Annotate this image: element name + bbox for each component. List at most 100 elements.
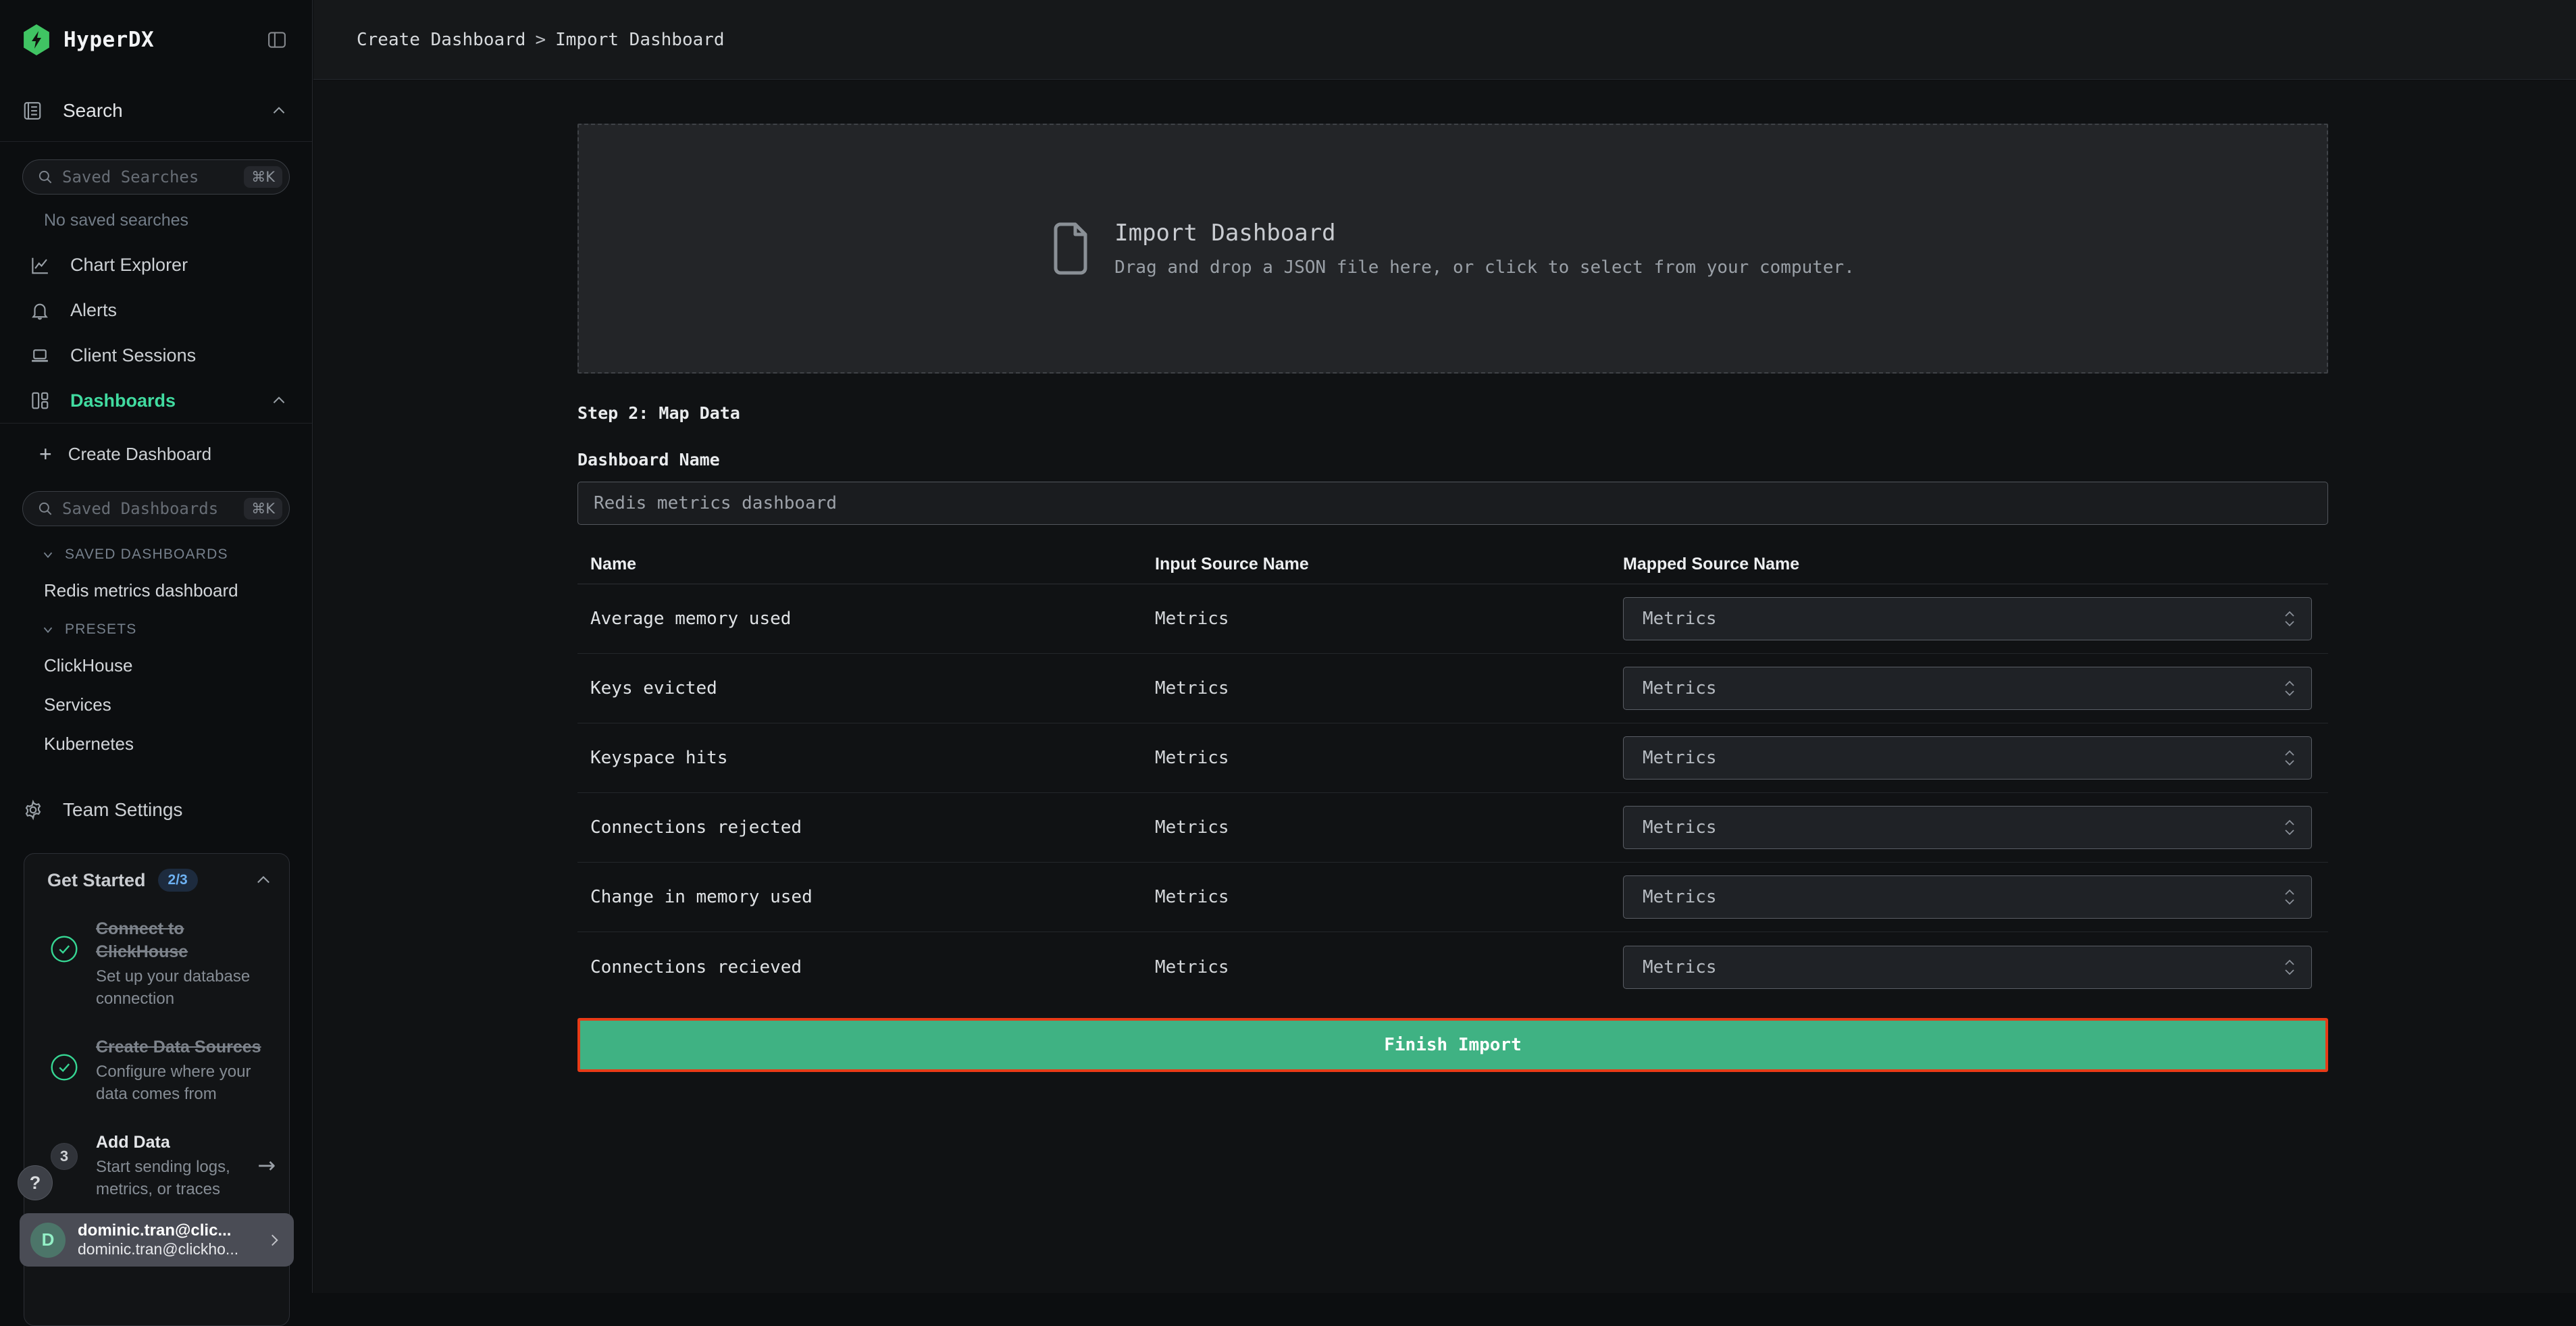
step-title: Create Data Sources [96, 1036, 265, 1059]
saved-dashboards-placeholder: Saved Dashboards [62, 499, 244, 518]
select-chevrons-icon [2283, 817, 2296, 838]
plus-icon: + [39, 443, 52, 465]
search-icon [36, 168, 54, 186]
step-desc: Set up your database connection [96, 965, 265, 1010]
chevron-up-icon [270, 392, 288, 409]
import-dropzone[interactable]: Import Dashboard Drag and drop a JSON fi… [577, 124, 2328, 374]
no-saved-searches-note: No saved searches [0, 211, 312, 230]
mapped-source-select[interactable]: Metrics [1623, 597, 2312, 640]
chevron-right-icon [265, 1231, 283, 1249]
table-row: Keys evicted Metrics Metrics [577, 654, 2328, 723]
arrow-right-icon: → [257, 1152, 276, 1200]
selected-value: Metrics [1643, 817, 2283, 838]
table-row: Connections rejected Metrics Metrics [577, 793, 2328, 863]
mapped-source-select[interactable]: Metrics [1623, 806, 2312, 849]
create-dashboard-label: Create Dashboard [68, 444, 211, 465]
mapping-table: Name Input Source Name Mapped Source Nam… [577, 545, 2328, 1002]
create-dashboard-button[interactable]: + Create Dashboard [0, 434, 312, 474]
help-button[interactable]: ? [18, 1165, 53, 1200]
selected-value: Metrics [1643, 609, 2283, 629]
select-chevrons-icon [2283, 887, 2296, 907]
sidebar-section-dashboards[interactable]: Dashboards [0, 378, 312, 424]
step-heading: Step 2: Map Data [577, 403, 2328, 423]
dropzone-title: Import Dashboard [1114, 220, 1855, 247]
breadcrumb-create-dashboard[interactable]: Create Dashboard [357, 30, 525, 50]
saved-dashboards-group[interactable]: SAVED DASHBOARDS [0, 546, 312, 563]
input-source: Metrics [1143, 957, 1623, 977]
logo-row: HyperDX [0, 0, 312, 80]
dashboard-name-label: Dashboard Name [577, 450, 2328, 469]
input-source: Metrics [1143, 817, 1623, 838]
collapse-sidebar-icon[interactable] [266, 30, 288, 50]
table-row: Change in memory used Metrics Metrics [577, 863, 2328, 932]
sidebar: HyperDX Search Saved Searches ⌘K N [0, 0, 313, 1293]
sidebar-section-search[interactable]: Search [0, 80, 312, 142]
metric-name: Change in memory used [577, 887, 1143, 907]
breadcrumb-import-dashboard: Import Dashboard [555, 30, 724, 50]
file-icon [1051, 222, 1090, 276]
input-source: Metrics [1143, 887, 1623, 907]
table-row: Keyspace hits Metrics Metrics [577, 723, 2328, 793]
select-chevrons-icon [2283, 609, 2296, 629]
dropzone-subtitle: Drag and drop a JSON file here, or click… [1114, 257, 1855, 278]
check-circle-icon [50, 935, 78, 1010]
dashboard-name-input[interactable] [577, 482, 2328, 525]
chevron-up-icon[interactable] [254, 871, 273, 890]
sidebar-item-chart-explorer[interactable]: Chart Explorer [0, 243, 312, 288]
sidebar-item-redis-dashboard[interactable]: Redis metrics dashboard [0, 580, 312, 601]
user-email: dominic.tran@clickho... [78, 1240, 265, 1258]
bell-icon [30, 301, 50, 321]
metric-name: Keyspace hits [577, 748, 1143, 768]
journal-icon [22, 101, 43, 121]
topbar: Create Dashboard > Import Dashboard [313, 0, 2576, 80]
metric-name: Connections rejected [577, 817, 1143, 838]
sidebar-item-kubernetes-preset[interactable]: Kubernetes [0, 734, 312, 755]
get-started-step-connect[interactable]: Connect to ClickHouse Set up your databa… [38, 917, 276, 1010]
sidebar-item-label: Alerts [70, 300, 117, 321]
select-chevrons-icon [2283, 748, 2296, 768]
breadcrumb-separator: > [535, 30, 546, 50]
sidebar-item-label: Chart Explorer [70, 255, 188, 276]
saved-dashboards-group-label: SAVED DASHBOARDS [65, 546, 228, 563]
mapped-source-select[interactable]: Metrics [1623, 946, 2312, 989]
sidebar-item-team-settings[interactable]: Team Settings [0, 799, 312, 821]
select-chevrons-icon [2283, 957, 2296, 977]
input-source: Metrics [1143, 609, 1623, 629]
finish-import-button[interactable]: Finish Import [577, 1018, 2328, 1072]
table-row: Average memory used Metrics Metrics [577, 584, 2328, 654]
chevron-down-icon [41, 622, 55, 637]
selected-value: Metrics [1643, 957, 2283, 977]
sidebar-item-alerts[interactable]: Alerts [0, 288, 312, 333]
mapped-source-select[interactable]: Metrics [1623, 667, 2312, 710]
column-header-name: Name [577, 555, 1143, 574]
user-menu[interactable]: D dominic.tran@clic... dominic.tran@clic… [20, 1213, 294, 1267]
table-header-row: Name Input Source Name Mapped Source Nam… [577, 545, 2328, 584]
sidebar-item-clickhouse-preset[interactable]: ClickHouse [0, 655, 312, 676]
table-row: Connections recieved Metrics Metrics [577, 932, 2328, 1002]
check-circle-icon [50, 1053, 78, 1105]
sidebar-item-services-preset[interactable]: Services [0, 694, 312, 715]
chevron-down-icon [41, 547, 55, 562]
metric-name: Keys evicted [577, 678, 1143, 698]
get-started-step-add-data[interactable]: 3 Add Data Start sending logs, metrics, … [38, 1131, 276, 1200]
search-icon [36, 500, 54, 517]
presets-group[interactable]: PRESETS [0, 621, 312, 638]
metric-name: Connections recieved [577, 957, 1143, 977]
selected-value: Metrics [1643, 748, 2283, 768]
mapped-source-select[interactable]: Metrics [1623, 736, 2312, 780]
step-title: Connect to ClickHouse [96, 917, 265, 963]
shortcut-badge: ⌘K [244, 166, 282, 188]
laptop-icon [30, 346, 50, 366]
finish-import-label: Finish Import [1384, 1035, 1522, 1055]
main-content: Import Dashboard Drag and drop a JSON fi… [313, 80, 2576, 1293]
mapped-source-select[interactable]: Metrics [1623, 875, 2312, 919]
user-name: dominic.tran@clic... [78, 1221, 265, 1240]
brand-title: HyperDX [63, 28, 154, 52]
saved-searches-input[interactable]: Saved Searches ⌘K [22, 159, 290, 195]
get-started-step-sources[interactable]: Create Data Sources Configure where your… [38, 1036, 276, 1105]
saved-dashboards-input[interactable]: Saved Dashboards ⌘K [22, 491, 290, 526]
sidebar-dashboards-label: Dashboards [70, 390, 176, 411]
sidebar-item-client-sessions[interactable]: Client Sessions [0, 333, 312, 378]
step-number-badge: 3 [51, 1143, 78, 1170]
input-source: Metrics [1143, 748, 1623, 768]
